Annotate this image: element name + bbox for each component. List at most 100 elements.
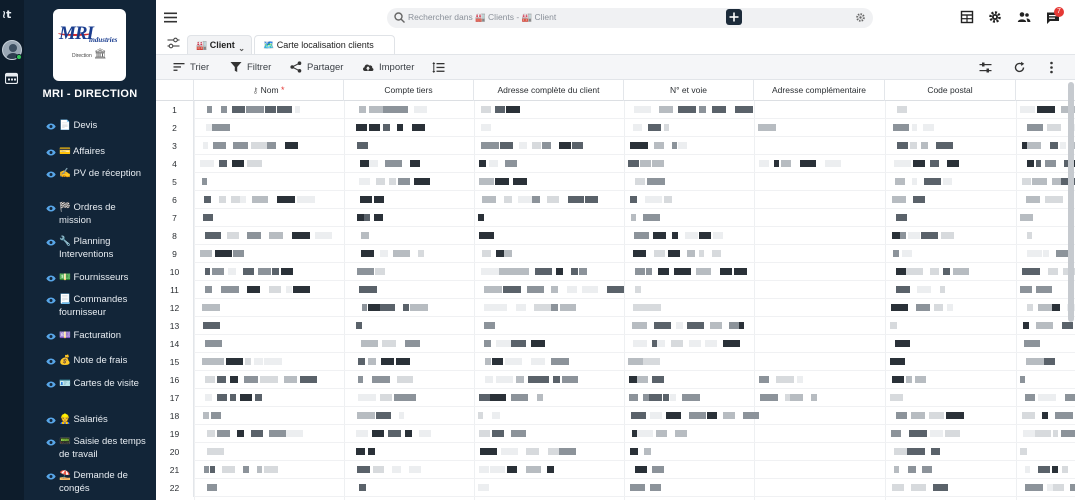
eye-icon[interactable] <box>46 381 56 388</box>
masked-cell-content <box>358 376 363 383</box>
table-row[interactable] <box>194 443 1075 461</box>
column-header-code-postal[interactable]: Code postal <box>885 80 1016 101</box>
table-row[interactable] <box>194 227 1075 245</box>
table-row[interactable] <box>194 461 1075 479</box>
table-row[interactable] <box>194 425 1075 443</box>
filter-icon <box>230 62 242 72</box>
sort-button[interactable]: Trier <box>173 61 213 75</box>
masked-cell-content <box>743 412 759 419</box>
search-bar[interactable]: Rechercher dans 🏭 Clients - 🏭 Client <box>387 8 873 28</box>
refresh-icon[interactable] <box>1013 61 1026 74</box>
masked-cell-content <box>707 412 717 419</box>
table-row[interactable] <box>194 137 1075 155</box>
row-number[interactable]: 13 <box>156 317 194 335</box>
row-number[interactable]: 6 <box>156 191 194 209</box>
table-row[interactable] <box>194 263 1075 281</box>
hamburger-menu-icon[interactable] <box>164 12 177 23</box>
eye-icon[interactable] <box>46 333 56 340</box>
row-number[interactable]: 20 <box>156 443 194 461</box>
field-settings-icon[interactable] <box>979 61 992 74</box>
column-header-adresse-complementaire[interactable]: Adresse complémentaire <box>754 80 885 101</box>
masked-cell-content <box>654 322 671 329</box>
eye-icon[interactable] <box>46 439 56 446</box>
masked-cell-content <box>687 250 695 257</box>
row-number[interactable]: 14 <box>156 335 194 353</box>
eye-icon[interactable] <box>46 297 56 304</box>
vertical-scrollbar[interactable] <box>1068 82 1074 322</box>
tab-client-view[interactable]: 🏭 Client ⌄ <box>187 35 252 54</box>
row-number[interactable]: 18 <box>156 407 194 425</box>
workspace-logo-icon[interactable]: ≀t <box>2 7 22 23</box>
more-options-icon[interactable] <box>1045 61 1058 74</box>
row-height-icon[interactable] <box>432 61 445 74</box>
row-number[interactable]: 15 <box>156 353 194 371</box>
table-row[interactable] <box>194 371 1075 389</box>
row-number[interactable]: 11 <box>156 281 194 299</box>
eye-icon[interactable] <box>46 275 56 282</box>
table-row[interactable] <box>194 281 1075 299</box>
calendar-icon[interactable] <box>5 72 18 84</box>
row-number[interactable]: 5 <box>156 173 194 191</box>
filter-button[interactable]: Filtrer <box>230 61 274 75</box>
table-row[interactable] <box>194 191 1075 209</box>
table-view-icon[interactable] <box>960 10 974 24</box>
masked-cell-content <box>489 160 498 167</box>
settings-gear-icon[interactable] <box>988 10 1002 24</box>
table-row[interactable] <box>194 389 1075 407</box>
table-row[interactable] <box>194 101 1075 119</box>
table-row[interactable] <box>194 479 1075 497</box>
row-number[interactable]: 2 <box>156 119 194 137</box>
table-row[interactable] <box>194 335 1075 353</box>
masked-cell-content <box>356 448 365 455</box>
row-number[interactable]: 10 <box>156 263 194 281</box>
table-row[interactable] <box>194 299 1075 317</box>
row-number[interactable]: 9 <box>156 245 194 263</box>
masked-cell-content <box>237 430 244 437</box>
table-row[interactable] <box>194 119 1075 137</box>
row-number[interactable]: 7 <box>156 209 194 227</box>
masked-cell-content <box>946 412 964 419</box>
row-number[interactable]: 19 <box>156 425 194 443</box>
eye-icon[interactable] <box>46 123 56 130</box>
row-number[interactable]: 4 <box>156 155 194 173</box>
app-root: ≀t MRI industries Direction 🏛 MRI - DIRE… <box>0 0 1075 500</box>
row-number[interactable]: 1 <box>156 101 194 119</box>
row-number[interactable]: 8 <box>156 227 194 245</box>
eye-icon[interactable] <box>46 473 56 480</box>
masked-cell-content <box>207 448 224 455</box>
table-row[interactable] <box>194 245 1075 263</box>
add-record-button[interactable] <box>726 9 742 25</box>
masked-cell-content <box>1027 160 1034 167</box>
row-number[interactable]: 22 <box>156 479 194 497</box>
row-number[interactable]: 3 <box>156 137 194 155</box>
import-button[interactable]: Importer <box>362 61 420 75</box>
masked-cell-content <box>568 196 584 203</box>
tab-client-map-view[interactable]: 🗺️ Carte localisation clients <box>254 35 395 54</box>
table-row[interactable] <box>194 209 1075 227</box>
table-row[interactable] <box>194 173 1075 191</box>
eye-icon[interactable] <box>46 239 56 246</box>
eye-icon[interactable] <box>46 417 56 424</box>
table-row[interactable] <box>194 353 1075 371</box>
row-number[interactable]: 12 <box>156 299 194 317</box>
search-settings-icon[interactable] <box>855 12 866 23</box>
eye-icon[interactable] <box>46 205 56 212</box>
row-number[interactable]: 16 <box>156 371 194 389</box>
eye-icon[interactable] <box>46 149 56 156</box>
row-number[interactable]: 17 <box>156 389 194 407</box>
table-row[interactable] <box>194 407 1075 425</box>
share-button[interactable]: Partager <box>290 61 345 75</box>
table-row[interactable] <box>194 317 1075 335</box>
column-header-adresse-complete[interactable]: Adresse complète du client <box>474 80 624 101</box>
column-header-nom[interactable]: ⚷ Nom * <box>194 80 344 101</box>
row-number[interactable]: 21 <box>156 461 194 479</box>
masked-cell-content <box>484 322 495 329</box>
eye-icon[interactable] <box>46 358 56 365</box>
table-row[interactable] <box>194 155 1075 173</box>
column-header-numero-voie[interactable]: N° et voie <box>624 80 754 101</box>
masked-cell-content <box>910 142 917 149</box>
view-options-icon[interactable] <box>167 37 180 49</box>
eye-icon[interactable] <box>46 171 56 178</box>
users-icon[interactable] <box>1017 10 1031 24</box>
column-header-compte-tiers[interactable]: Compte tiers <box>344 80 474 101</box>
